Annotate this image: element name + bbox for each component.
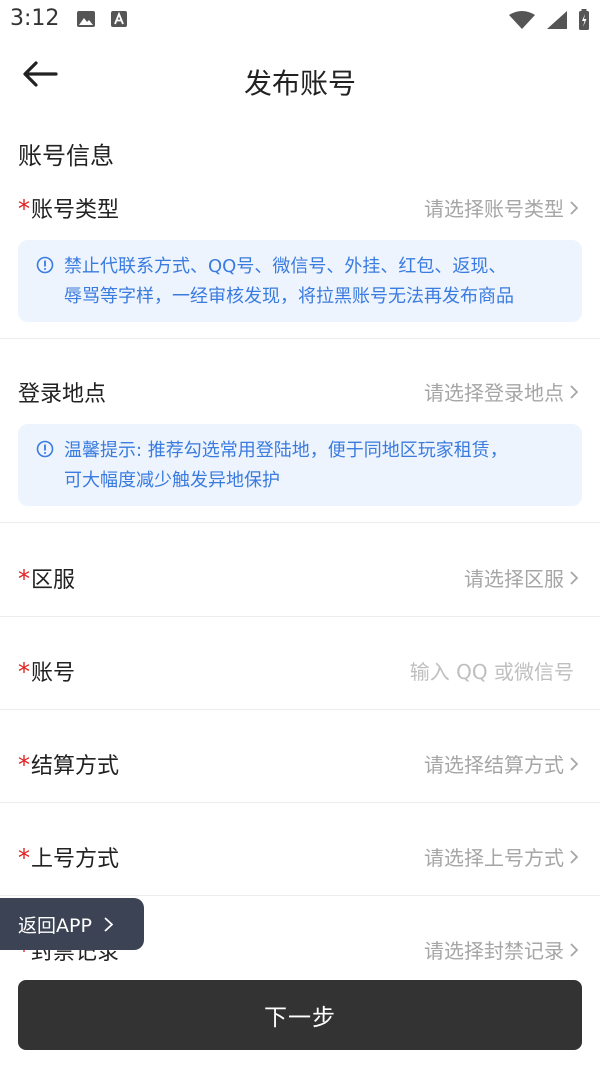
signal-icon xyxy=(547,11,567,29)
next-step-button[interactable]: 下一步 xyxy=(18,980,582,1050)
notice-line: 辱骂等字样，一经审核发现，将拉黑账号无法再发布商品 xyxy=(64,286,514,307)
battery-icon xyxy=(579,9,589,30)
field-label: *上号方式 xyxy=(18,844,120,872)
ban-record-select[interactable]: 请选择封禁记录 xyxy=(424,935,578,964)
chevron-right-icon xyxy=(570,570,578,585)
nav-header: 发布账号 xyxy=(0,40,600,118)
notice-banned-content: 禁止代联系方式、QQ号、微信号、外挂、红包、返现、 辱骂等字样，一经审核发现，将… xyxy=(18,240,582,322)
notice-login-tip: 温馨提示: 推荐勾选常用登陆地，便于同地区玩家租赁， 可大幅度减少触发异地保护 xyxy=(18,424,582,506)
info-icon xyxy=(36,256,54,274)
chevron-right-icon xyxy=(570,384,578,399)
divider xyxy=(0,802,600,803)
notice-line: 可大幅度减少触发异地保护 xyxy=(64,470,280,491)
chevron-right-icon xyxy=(104,916,113,932)
field-account-type[interactable]: *账号类型 请选择账号类型 xyxy=(0,178,600,234)
image-icon xyxy=(77,11,95,27)
accessibility-a-icon xyxy=(111,11,127,27)
notice-line: 温馨提示: 推荐勾选常用登陆地，便于同地区玩家租赁， xyxy=(64,440,508,461)
field-label: *结算方式 xyxy=(18,751,120,779)
section-title: 账号信息 xyxy=(18,142,114,170)
required-mark: * xyxy=(18,565,30,593)
chevron-right-icon xyxy=(570,756,578,771)
divider xyxy=(0,709,600,710)
field-settlement-method[interactable]: *结算方式 请选择结算方式 xyxy=(0,734,600,790)
info-icon xyxy=(36,440,54,458)
page-title: 发布账号 xyxy=(243,67,356,100)
field-label: 登录地点 xyxy=(18,382,107,407)
wifi-icon xyxy=(509,11,535,29)
field-label: *区服 xyxy=(18,565,76,593)
login-location-select[interactable]: 请选择登录地点 xyxy=(424,377,578,406)
field-server[interactable]: *区服 请选择区服 xyxy=(0,548,600,604)
field-account[interactable]: *账号 输入 QQ 或微信号 xyxy=(0,641,600,697)
required-mark: * xyxy=(18,658,30,686)
divider xyxy=(0,338,600,339)
divider xyxy=(0,522,600,523)
divider xyxy=(0,895,600,896)
chevron-right-icon xyxy=(570,849,578,864)
field-label: *账号类型 xyxy=(18,195,120,223)
back-to-app-label: 返回APP xyxy=(18,914,92,937)
account-input[interactable]: 输入 QQ 或微信号 xyxy=(410,656,574,685)
login-method-select[interactable]: 请选择上号方式 xyxy=(424,842,578,871)
required-mark: * xyxy=(18,844,30,872)
chevron-right-icon xyxy=(570,942,578,957)
field-label: *账号 xyxy=(18,658,76,686)
account-type-select[interactable]: 请选择账号类型 xyxy=(424,193,578,222)
chevron-right-icon xyxy=(570,200,578,215)
required-mark: * xyxy=(18,751,30,779)
notice-line: 禁止代联系方式、QQ号、微信号、外挂、红包、返现、 xyxy=(64,256,507,277)
divider xyxy=(0,616,600,617)
required-mark: * xyxy=(18,195,30,223)
field-login-location[interactable]: 登录地点 请选择登录地点 xyxy=(0,362,600,418)
server-select[interactable]: 请选择区服 xyxy=(464,563,578,592)
status-time: 3:12 xyxy=(10,6,60,31)
field-login-method[interactable]: *上号方式 请选择上号方式 xyxy=(0,827,600,883)
settlement-method-select[interactable]: 请选择结算方式 xyxy=(424,749,578,778)
status-bar: 3:12 xyxy=(0,0,600,40)
back-to-app-button[interactable]: 返回APP xyxy=(0,898,144,950)
